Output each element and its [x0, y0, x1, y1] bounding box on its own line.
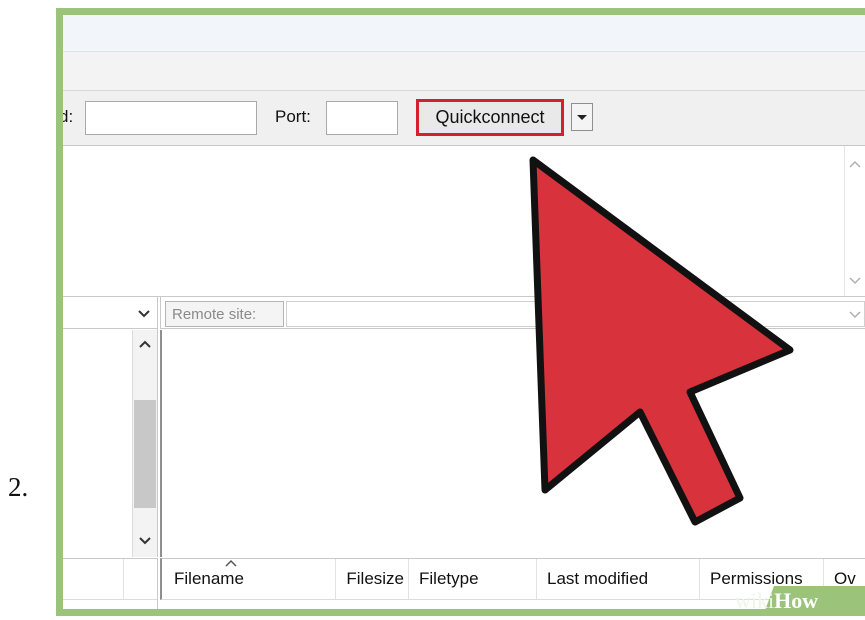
- pointer-arrow-icon: [529, 156, 794, 526]
